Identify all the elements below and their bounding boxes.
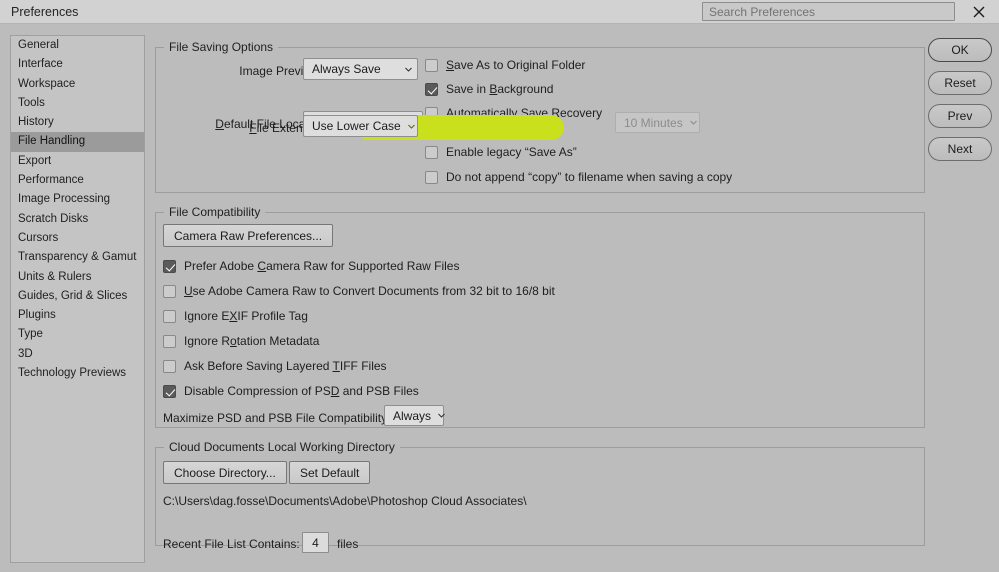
sidebar-item-interface[interactable]: Interface <box>11 55 144 74</box>
search-input[interactable] <box>703 3 954 20</box>
sidebar-item-units-rulers[interactable]: Units & Rulers <box>11 268 144 287</box>
ignore-rotation-row[interactable]: Ignore Rotation Metadata <box>163 334 319 349</box>
image-previews-value: Always Save <box>312 62 381 76</box>
save-in-background-label: Save in Background <box>446 82 554 96</box>
file-compatibility-legend: File Compatibility <box>169 205 261 219</box>
sidebar-item-file-handling[interactable]: File Handling <box>11 132 144 152</box>
cloud-documents-group: Cloud Documents Local Working Directory <box>155 440 925 546</box>
dialog-button-column: OK Reset Prev Next <box>928 38 992 170</box>
enable-legacy-save-as-label: Enable legacy “Save As” <box>446 145 577 159</box>
reset-button[interactable]: Reset <box>928 71 992 95</box>
sidebar-item-history[interactable]: History <box>11 113 144 132</box>
do-not-append-copy-label: Do not append “copy” to filename when sa… <box>446 170 733 184</box>
prefer-acr-checkbox[interactable] <box>163 260 176 273</box>
chevron-down-icon <box>404 65 413 74</box>
ignore-exif-checkbox[interactable] <box>163 310 176 323</box>
chevron-down-icon <box>437 411 446 420</box>
recovery-interval-value: 10 Minutes <box>624 115 683 130</box>
ok-button[interactable]: OK <box>928 38 992 62</box>
use-acr-convert-row[interactable]: Use Adobe Camera Raw to Convert Document… <box>163 284 555 299</box>
sidebar-item-performance[interactable]: Performance <box>11 171 144 190</box>
recent-file-list-label: Recent File List Contains: <box>163 537 300 551</box>
preferences-content-panel: File Saving Options Image Previews: Alwa… <box>155 32 927 564</box>
do-not-append-copy-row[interactable]: Do not append “copy” to filename when sa… <box>425 170 732 185</box>
sidebar-item-export[interactable]: Export <box>11 152 144 171</box>
choose-directory-button[interactable]: Choose Directory... <box>163 461 287 484</box>
set-default-button[interactable]: Set Default <box>289 461 371 484</box>
cloud-documents-legend: Cloud Documents Local Working Directory <box>169 440 395 454</box>
cloud-working-directory-path: C:\Users\dag.fosse\Documents\Adobe\Photo… <box>163 494 527 508</box>
enable-legacy-save-as-row[interactable]: Enable legacy “Save As” <box>425 145 577 160</box>
window-title: Preferences <box>11 5 79 19</box>
save-as-original-folder-row[interactable]: Save As to Original Folder <box>425 58 585 73</box>
sidebar-item-plugins[interactable]: Plugins <box>11 306 144 325</box>
maximize-compatibility-select[interactable]: Always <box>384 405 446 426</box>
recent-file-list-input[interactable] <box>302 532 329 553</box>
chevron-down-icon <box>407 122 416 131</box>
ask-layered-tiff-checkbox[interactable] <box>163 360 176 373</box>
sidebar-item-type[interactable]: Type <box>11 325 144 344</box>
sidebar-item-image-processing[interactable]: Image Processing <box>11 190 144 209</box>
prefer-acr-row[interactable]: Prefer Adobe Camera Raw for Supported Ra… <box>163 259 459 274</box>
search-preferences-box[interactable] <box>702 2 955 21</box>
ask-layered-tiff-label: Ask Before Saving Layered TIFF Files <box>184 359 387 373</box>
disable-compression-label: Disable Compression of PSD and PSB Files <box>184 384 419 398</box>
do-not-append-copy-checkbox[interactable] <box>425 171 438 184</box>
sidebar-item-general[interactable]: General <box>11 36 144 55</box>
preferences-category-list[interactable]: General Interface Workspace Tools Histor… <box>10 35 145 563</box>
camera-raw-preferences-button[interactable]: Camera Raw Preferences... <box>163 224 334 247</box>
ask-layered-tiff-row[interactable]: Ask Before Saving Layered TIFF Files <box>163 359 387 374</box>
recent-file-list-suffix: files <box>337 537 359 551</box>
disable-compression-checkbox[interactable] <box>163 385 176 398</box>
ignore-rotation-label: Ignore Rotation Metadata <box>184 334 320 348</box>
recovery-interval-select[interactable]: 10 Minutes <box>615 112 700 133</box>
maximize-compatibility-value: Always <box>393 408 432 423</box>
sidebar-item-scratch-disks[interactable]: Scratch Disks <box>11 210 144 229</box>
save-in-background-checkbox[interactable] <box>425 83 438 96</box>
sidebar-item-cursors[interactable]: Cursors <box>11 229 144 248</box>
save-as-original-folder-checkbox[interactable] <box>425 59 438 72</box>
close-icon[interactable] <box>968 2 990 22</box>
sidebar-item-workspace[interactable]: Workspace <box>11 75 144 94</box>
prefer-acr-label: Prefer Adobe Camera Raw for Supported Ra… <box>184 259 460 273</box>
chevron-down-icon <box>689 118 698 127</box>
ignore-exif-label: Ignore EXIF Profile Tag <box>184 309 308 323</box>
disable-compression-row[interactable]: Disable Compression of PSD and PSB Files <box>163 384 419 399</box>
file-extension-value: Use Lower Case <box>312 119 401 133</box>
file-saving-options-legend: File Saving Options <box>169 40 274 54</box>
ignore-exif-row[interactable]: Ignore EXIF Profile Tag <box>163 309 308 324</box>
use-acr-convert-label: Use Adobe Camera Raw to Convert Document… <box>184 284 555 298</box>
image-previews-select[interactable]: Always Save <box>303 58 418 80</box>
next-button[interactable]: Next <box>928 137 992 161</box>
sidebar-item-transparency-gamut[interactable]: Transparency & Gamut <box>11 248 144 267</box>
ignore-rotation-checkbox[interactable] <box>163 335 176 348</box>
sidebar-item-tools[interactable]: Tools <box>11 94 144 113</box>
maximize-compatibility-label: Maximize PSD and PSB File Compatibility: <box>163 411 391 425</box>
prev-button[interactable]: Prev <box>928 104 992 128</box>
save-in-background-row[interactable]: Save in Background <box>425 82 553 97</box>
use-acr-convert-checkbox[interactable] <box>163 285 176 298</box>
sidebar-item-technology-previews[interactable]: Technology Previews <box>11 364 144 383</box>
enable-legacy-save-as-checkbox[interactable] <box>425 146 438 159</box>
sidebar-item-3d[interactable]: 3D <box>11 345 144 364</box>
file-extension-select[interactable]: Use Lower Case <box>303 115 418 137</box>
sidebar-item-guides-grid-slices[interactable]: Guides, Grid & Slices <box>11 287 144 306</box>
save-as-original-folder-label: Save As to Original Folder <box>446 58 586 72</box>
title-bar: Preferences <box>0 0 999 24</box>
